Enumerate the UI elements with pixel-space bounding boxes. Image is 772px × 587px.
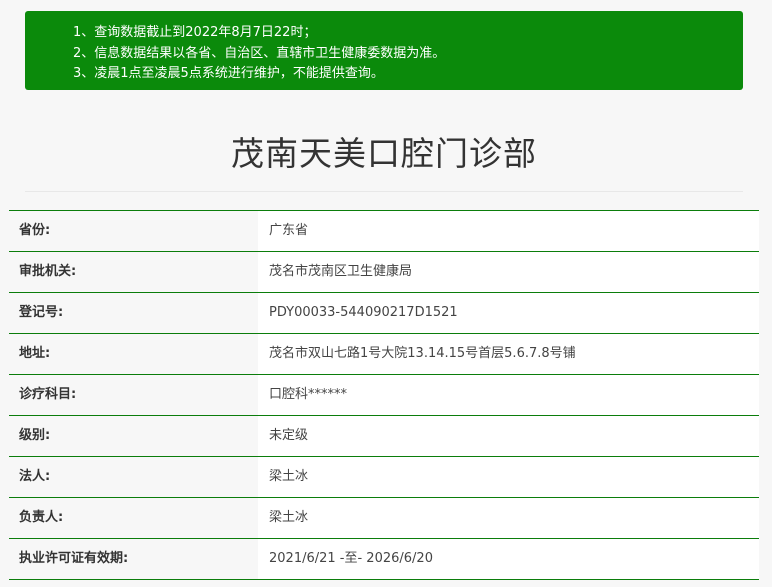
notice-banner: 1、查询数据截止到2022年8月7日22时； 2、信息数据结果以各省、自治区、直… [25,11,743,90]
info-value: 梁土冰 [258,498,759,538]
notice-line: 1、查询数据截止到2022年8月7日22时； [73,25,317,40]
info-row-legal-person: 法人: 梁土冰 [9,457,759,498]
notice-line: 2、信息数据结果以各省、自治区、直辖市卫生健康委数据为准。 [73,45,446,61]
info-row-approval-authority: 审批机关: 茂名市茂南区卫生健康局 [9,252,759,293]
info-value: 广东省 [258,211,759,251]
notice-line: 3、凌晨1点至凌晨5点系统进行维护，不能提供查询。 [73,66,384,81]
info-row-departments: 诊疗科目: 口腔科****** [9,375,759,416]
info-label: 级别: [9,416,258,456]
title-divider [25,191,743,192]
page-title: 茂南天美口腔门诊部 [231,134,537,173]
info-row-address: 地址: 茂名市双山七路1号大院13.14.15号首层5.6.7.8号铺 [9,334,759,375]
info-label: 省份: [9,211,258,251]
info-row-person-in-charge: 负责人: 梁土冰 [9,498,759,539]
info-label: 登记号: [9,293,258,333]
info-label: 审批机关: [9,252,258,292]
clinic-info-table: 省份: 广东省 审批机关: 茂名市茂南区卫生健康局 登记号: PDY00033-… [9,210,759,580]
info-row-license-validity: 执业许可证有效期: 2021/6/21 -至- 2026/6/20 [9,539,759,580]
info-row-registration-number: 登记号: PDY00033-544090217D1521 [9,293,759,334]
info-value: 梁土冰 [258,457,759,497]
info-row-level: 级别: 未定级 [9,416,759,457]
info-label: 执业许可证有效期: [9,539,258,579]
info-value: 口腔科****** [258,375,759,415]
info-value: 茂名市茂南区卫生健康局 [258,252,759,292]
info-label: 地址: [9,334,258,374]
info-value: 2021/6/21 -至- 2026/6/20 [258,539,759,579]
info-value: 未定级 [258,416,759,456]
info-row-province: 省份: 广东省 [9,211,759,252]
info-value: 茂名市双山七路1号大院13.14.15号首层5.6.7.8号铺 [258,334,759,374]
info-label: 法人: [9,457,258,497]
info-label: 诊疗科目: [9,375,258,415]
info-label: 负责人: [9,498,258,538]
info-value: PDY00033-544090217D1521 [258,293,759,333]
